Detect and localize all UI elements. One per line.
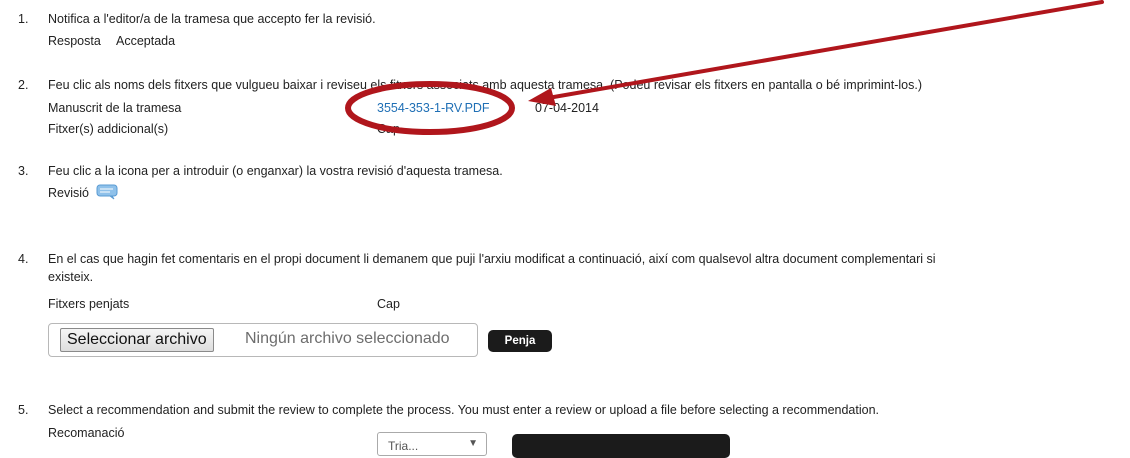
comment-icon[interactable] bbox=[96, 184, 118, 203]
recommendation-label: Recomanació bbox=[48, 426, 125, 440]
manuscript-label: Manuscrit de la tramesa bbox=[48, 101, 182, 115]
chevron-down-icon: ▼ bbox=[468, 438, 478, 449]
step-instruction: Notifica a l'editor/a de la tramesa que … bbox=[48, 12, 376, 26]
recommendation-select[interactable]: Tria... ▼ bbox=[377, 432, 487, 456]
step-instruction: Feu clic a la icona per a introduir (o e… bbox=[48, 164, 503, 178]
manuscript-file-link[interactable]: 3554-353-1-RV.PDF bbox=[377, 101, 490, 115]
submit-review-button[interactable] bbox=[512, 434, 730, 458]
additional-files-value: Cap bbox=[377, 122, 400, 136]
step-number: 1. bbox=[18, 12, 29, 26]
response-label: Resposta bbox=[48, 34, 101, 48]
uploaded-files-label: Fitxers penjats bbox=[48, 297, 130, 311]
upload-button[interactable]: Penja bbox=[488, 330, 552, 352]
step-instruction: Feu clic als noms dels fitxers que vulgu… bbox=[48, 78, 922, 92]
step-instruction-continued: existeix. bbox=[48, 270, 94, 284]
step-instruction: En el cas que hagin fet comentaris en el… bbox=[48, 252, 936, 266]
step-number: 5. bbox=[18, 403, 29, 417]
step-number: 2. bbox=[18, 78, 29, 92]
additional-files-label: Fitxer(s) addicional(s) bbox=[48, 122, 169, 136]
step-number: 3. bbox=[18, 164, 29, 178]
file-input[interactable]: Seleccionar archivo Ningún archivo selec… bbox=[48, 323, 478, 357]
review-label: Revisió bbox=[48, 186, 89, 200]
manuscript-date: 07-04-2014 bbox=[535, 101, 599, 115]
select-file-button[interactable]: Seleccionar archivo bbox=[60, 328, 214, 352]
select-value: Tria... bbox=[388, 439, 419, 453]
step-number: 4. bbox=[18, 252, 29, 266]
response-value: Acceptada bbox=[116, 34, 176, 48]
uploaded-files-value: Cap bbox=[377, 297, 400, 311]
annotation-overlay bbox=[345, 0, 1104, 135]
step-instruction: Select a recommendation and submit the r… bbox=[48, 403, 880, 417]
file-status: Ningún archivo seleccionado bbox=[245, 330, 450, 347]
